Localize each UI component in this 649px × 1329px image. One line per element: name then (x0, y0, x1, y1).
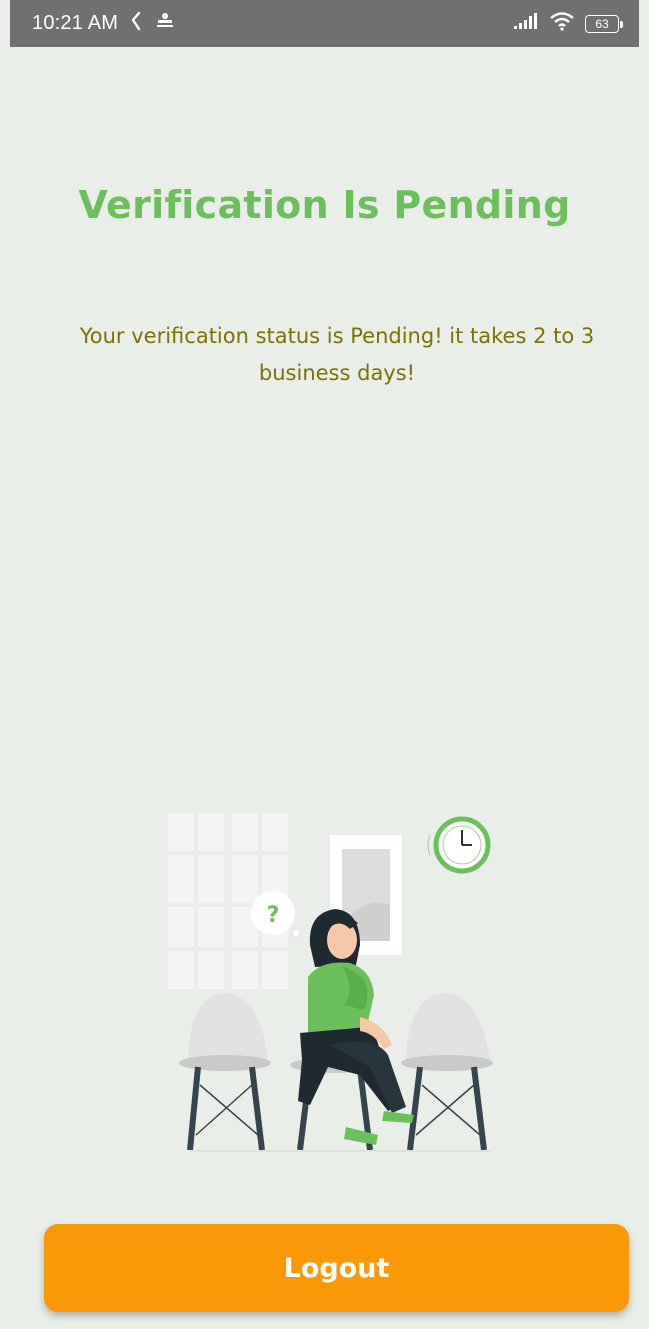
chair-right (401, 993, 493, 1151)
notification-badge-icon (154, 11, 176, 36)
status-bar: 10:21 AM 63 (10, 0, 639, 47)
notification-app-icon (130, 11, 142, 36)
logout-button[interactable]: Logout (44, 1224, 629, 1312)
status-bar-left: 10:21 AM (32, 11, 176, 36)
status-bar-right: 63 (513, 11, 623, 36)
battery-level: 63 (595, 16, 609, 31)
status-time: 10:21 AM (32, 12, 119, 34)
battery-icon: 63 (585, 14, 623, 33)
status-message: Your verification status is Pending! it … (79, 324, 595, 385)
chair-left (179, 993, 271, 1151)
wifi-icon (549, 11, 575, 36)
clock-icon (427, 816, 491, 874)
waiting-woman-image: ? (168, 813, 493, 1152)
page-title: Verification Is Pending (78, 183, 571, 227)
question-mark: ? (267, 903, 280, 928)
signal-icon (513, 12, 539, 35)
question-bubble: ? (251, 891, 301, 938)
waiting-illustration: ? (160, 805, 500, 1165)
